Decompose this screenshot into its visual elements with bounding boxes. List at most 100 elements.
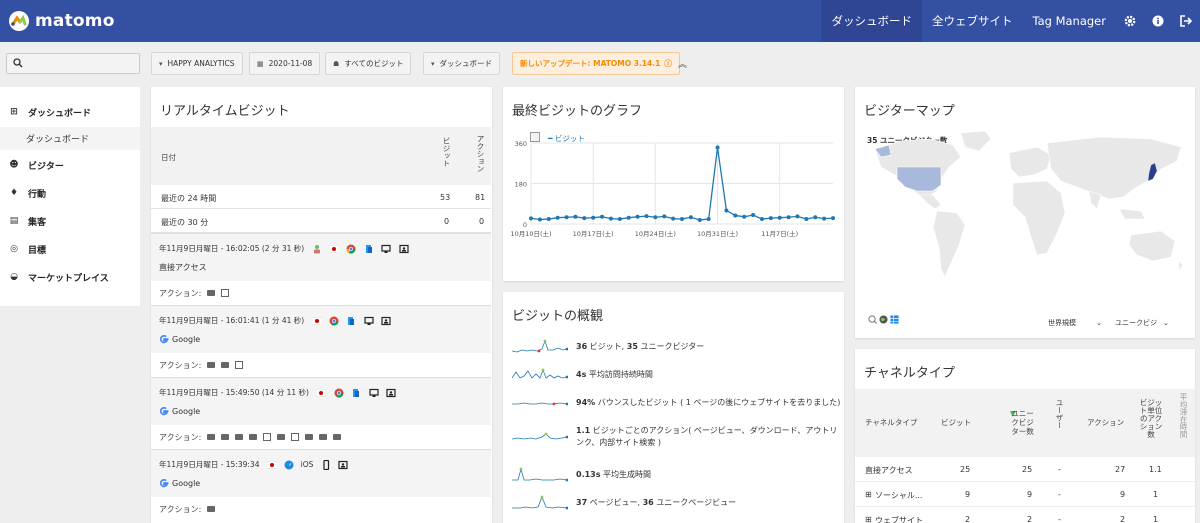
australia[interactable]	[1128, 230, 1176, 262]
data-table-icon[interactable]	[890, 315, 899, 324]
data-point[interactable]	[751, 213, 756, 217]
sparkline[interactable]	[512, 366, 568, 384]
nav-dashboard[interactable]: ダッシュボード	[821, 0, 922, 42]
data-point[interactable]	[697, 217, 702, 222]
outlink-icon[interactable]	[263, 433, 272, 441]
pageview-folder-icon[interactable]	[235, 434, 244, 440]
pageview-folder-icon[interactable]	[207, 290, 216, 296]
update-notice[interactable]: 新しいアップデート: MATOMO 3.14.1 ⓘ	[512, 52, 680, 75]
globe-icon[interactable]	[879, 315, 888, 324]
visitor-profile-icon[interactable]	[312, 244, 322, 254]
expand-icon[interactable]: ⊞	[865, 515, 872, 523]
logout-icon[interactable]	[1172, 0, 1200, 42]
data-point[interactable]	[653, 215, 658, 220]
help-info-icon[interactable]	[1144, 0, 1172, 42]
data-point[interactable]	[733, 213, 738, 218]
table-row[interactable]: 直接アクセス 25 25 - 27 1.1	[855, 457, 1195, 482]
col-users[interactable]: ユーザー	[1054, 399, 1065, 429]
data-point[interactable]	[822, 216, 827, 221]
sidebar-item-marketplace[interactable]: ◒ マーケットプレイス	[0, 263, 140, 291]
data-point[interactable]	[662, 214, 667, 219]
pageview-folder-icon[interactable]	[221, 362, 230, 368]
data-point[interactable]	[724, 208, 729, 213]
sidebar-item-acquisition[interactable]: ▤ 集客	[0, 207, 140, 235]
sidebar-item-goals[interactable]: ◎ 目標	[0, 235, 140, 263]
data-point[interactable]	[759, 217, 764, 222]
data-point[interactable]	[688, 215, 693, 220]
sidebar-item-behaviour[interactable]: ♦ 行動	[0, 179, 140, 207]
sparkline[interactable]	[512, 338, 568, 356]
data-point[interactable]	[706, 217, 711, 222]
data-point[interactable]	[635, 214, 640, 219]
pageview-folder-icon[interactable]	[319, 434, 328, 440]
data-point[interactable]	[742, 214, 747, 219]
data-point[interactable]	[529, 216, 533, 221]
col-avg-time[interactable]: 平均滞在時間	[1178, 393, 1189, 438]
data-point[interactable]	[715, 145, 720, 150]
outlink-icon[interactable]	[235, 361, 244, 369]
sparkline[interactable]	[512, 428, 568, 446]
col-visits[interactable]: ビジット	[941, 417, 971, 428]
data-point[interactable]	[608, 216, 613, 221]
table-row[interactable]: ⊞ ウェブサイト 2 2 - 2 1	[855, 507, 1195, 523]
world-map[interactable]	[861, 129, 1191, 289]
data-point[interactable]	[680, 217, 684, 222]
segment-selector[interactable]: ☗ すべてのビジット	[325, 52, 412, 75]
admin-gear-icon[interactable]	[1116, 0, 1144, 42]
outlink-icon[interactable]	[221, 289, 230, 297]
col-actions-per-visit[interactable]: ビジット単位のアクション数	[1137, 399, 1165, 439]
region-select[interactable]: 世界規模 ⌄	[1048, 318, 1102, 328]
collapse-icon[interactable]: ︽	[678, 57, 687, 70]
indonesia[interactable]	[1118, 208, 1146, 220]
new-zealand[interactable]	[1178, 260, 1184, 272]
sidebar-subitem-dashboard[interactable]: ダッシュボード	[0, 127, 140, 150]
central-america[interactable]	[918, 194, 942, 210]
expand-icon[interactable]: ⊞	[865, 490, 872, 499]
sidebar-item-visitors[interactable]: ☻ ビジター	[0, 151, 140, 179]
visit-entry[interactable]: 年11月9日月曜日 - 15:49:50 (14 分 11 秒) Google	[151, 377, 491, 425]
nav-tag-manager[interactable]: Tag Manager	[1022, 0, 1116, 42]
data-point[interactable]	[795, 214, 800, 219]
pageview-folder-icon[interactable]	[207, 434, 216, 440]
pageview-folder-icon[interactable]	[305, 434, 314, 440]
sparkline[interactable]	[512, 394, 568, 412]
data-point[interactable]	[600, 214, 605, 219]
data-point[interactable]	[671, 216, 676, 221]
pageview-folder-icon[interactable]	[249, 434, 258, 440]
table-row[interactable]: ⊞ ソーシャル... 9 9 - 9 1	[855, 482, 1195, 507]
data-point[interactable]	[768, 216, 773, 221]
usa-highlight[interactable]	[896, 166, 942, 192]
sparkline[interactable]	[512, 494, 568, 512]
nav-all-websites[interactable]: 全ウェブサイト	[922, 0, 1023, 42]
search-input[interactable]	[6, 53, 140, 74]
zoom-out-icon[interactable]	[868, 315, 877, 324]
matomo-logo[interactable]: matomo	[8, 10, 115, 32]
data-point[interactable]	[591, 215, 596, 220]
data-point[interactable]	[786, 215, 791, 220]
visit-entry[interactable]: 年11月9日月曜日 - 15:39:34 iOS Google	[151, 449, 491, 497]
south-america[interactable]	[932, 210, 966, 278]
pageview-folder-icon[interactable]	[221, 434, 230, 440]
data-point[interactable]	[777, 215, 782, 220]
site-selector[interactable]: ▾ HAPPY ANALYTICS	[151, 52, 243, 75]
data-point[interactable]	[537, 217, 542, 222]
pageview-folder-icon[interactable]	[207, 506, 216, 512]
data-point[interactable]	[626, 215, 631, 220]
sparkline[interactable]	[512, 466, 568, 484]
pageview-folder-icon[interactable]	[333, 434, 342, 440]
visit-entry[interactable]: 年11月9日月曜日 - 16:02:05 (2 分 31 秒) 直接アクセス	[151, 233, 491, 281]
sidebar-item-dashboard[interactable]: ⊞ ダッシュボード	[0, 98, 140, 126]
col-channel-type[interactable]: チャネルタイプ	[865, 417, 917, 428]
date-selector[interactable]: ▦ 2020-11-08	[249, 52, 321, 75]
asia[interactable]	[1046, 136, 1182, 200]
europe[interactable]	[1008, 146, 1052, 178]
visit-entry[interactable]: 年11月9日月曜日 - 16:01:41 (1 分 41 秒) Google	[151, 305, 491, 353]
data-point[interactable]	[573, 214, 578, 219]
africa[interactable]	[1012, 180, 1066, 256]
data-point[interactable]	[564, 215, 569, 220]
pageview-folder-icon[interactable]	[277, 434, 286, 440]
data-point[interactable]	[813, 215, 818, 220]
outlink-icon[interactable]	[291, 433, 300, 441]
dashboard-manager[interactable]: ▾ ダッシュボード	[423, 52, 501, 75]
data-point[interactable]	[831, 216, 835, 221]
